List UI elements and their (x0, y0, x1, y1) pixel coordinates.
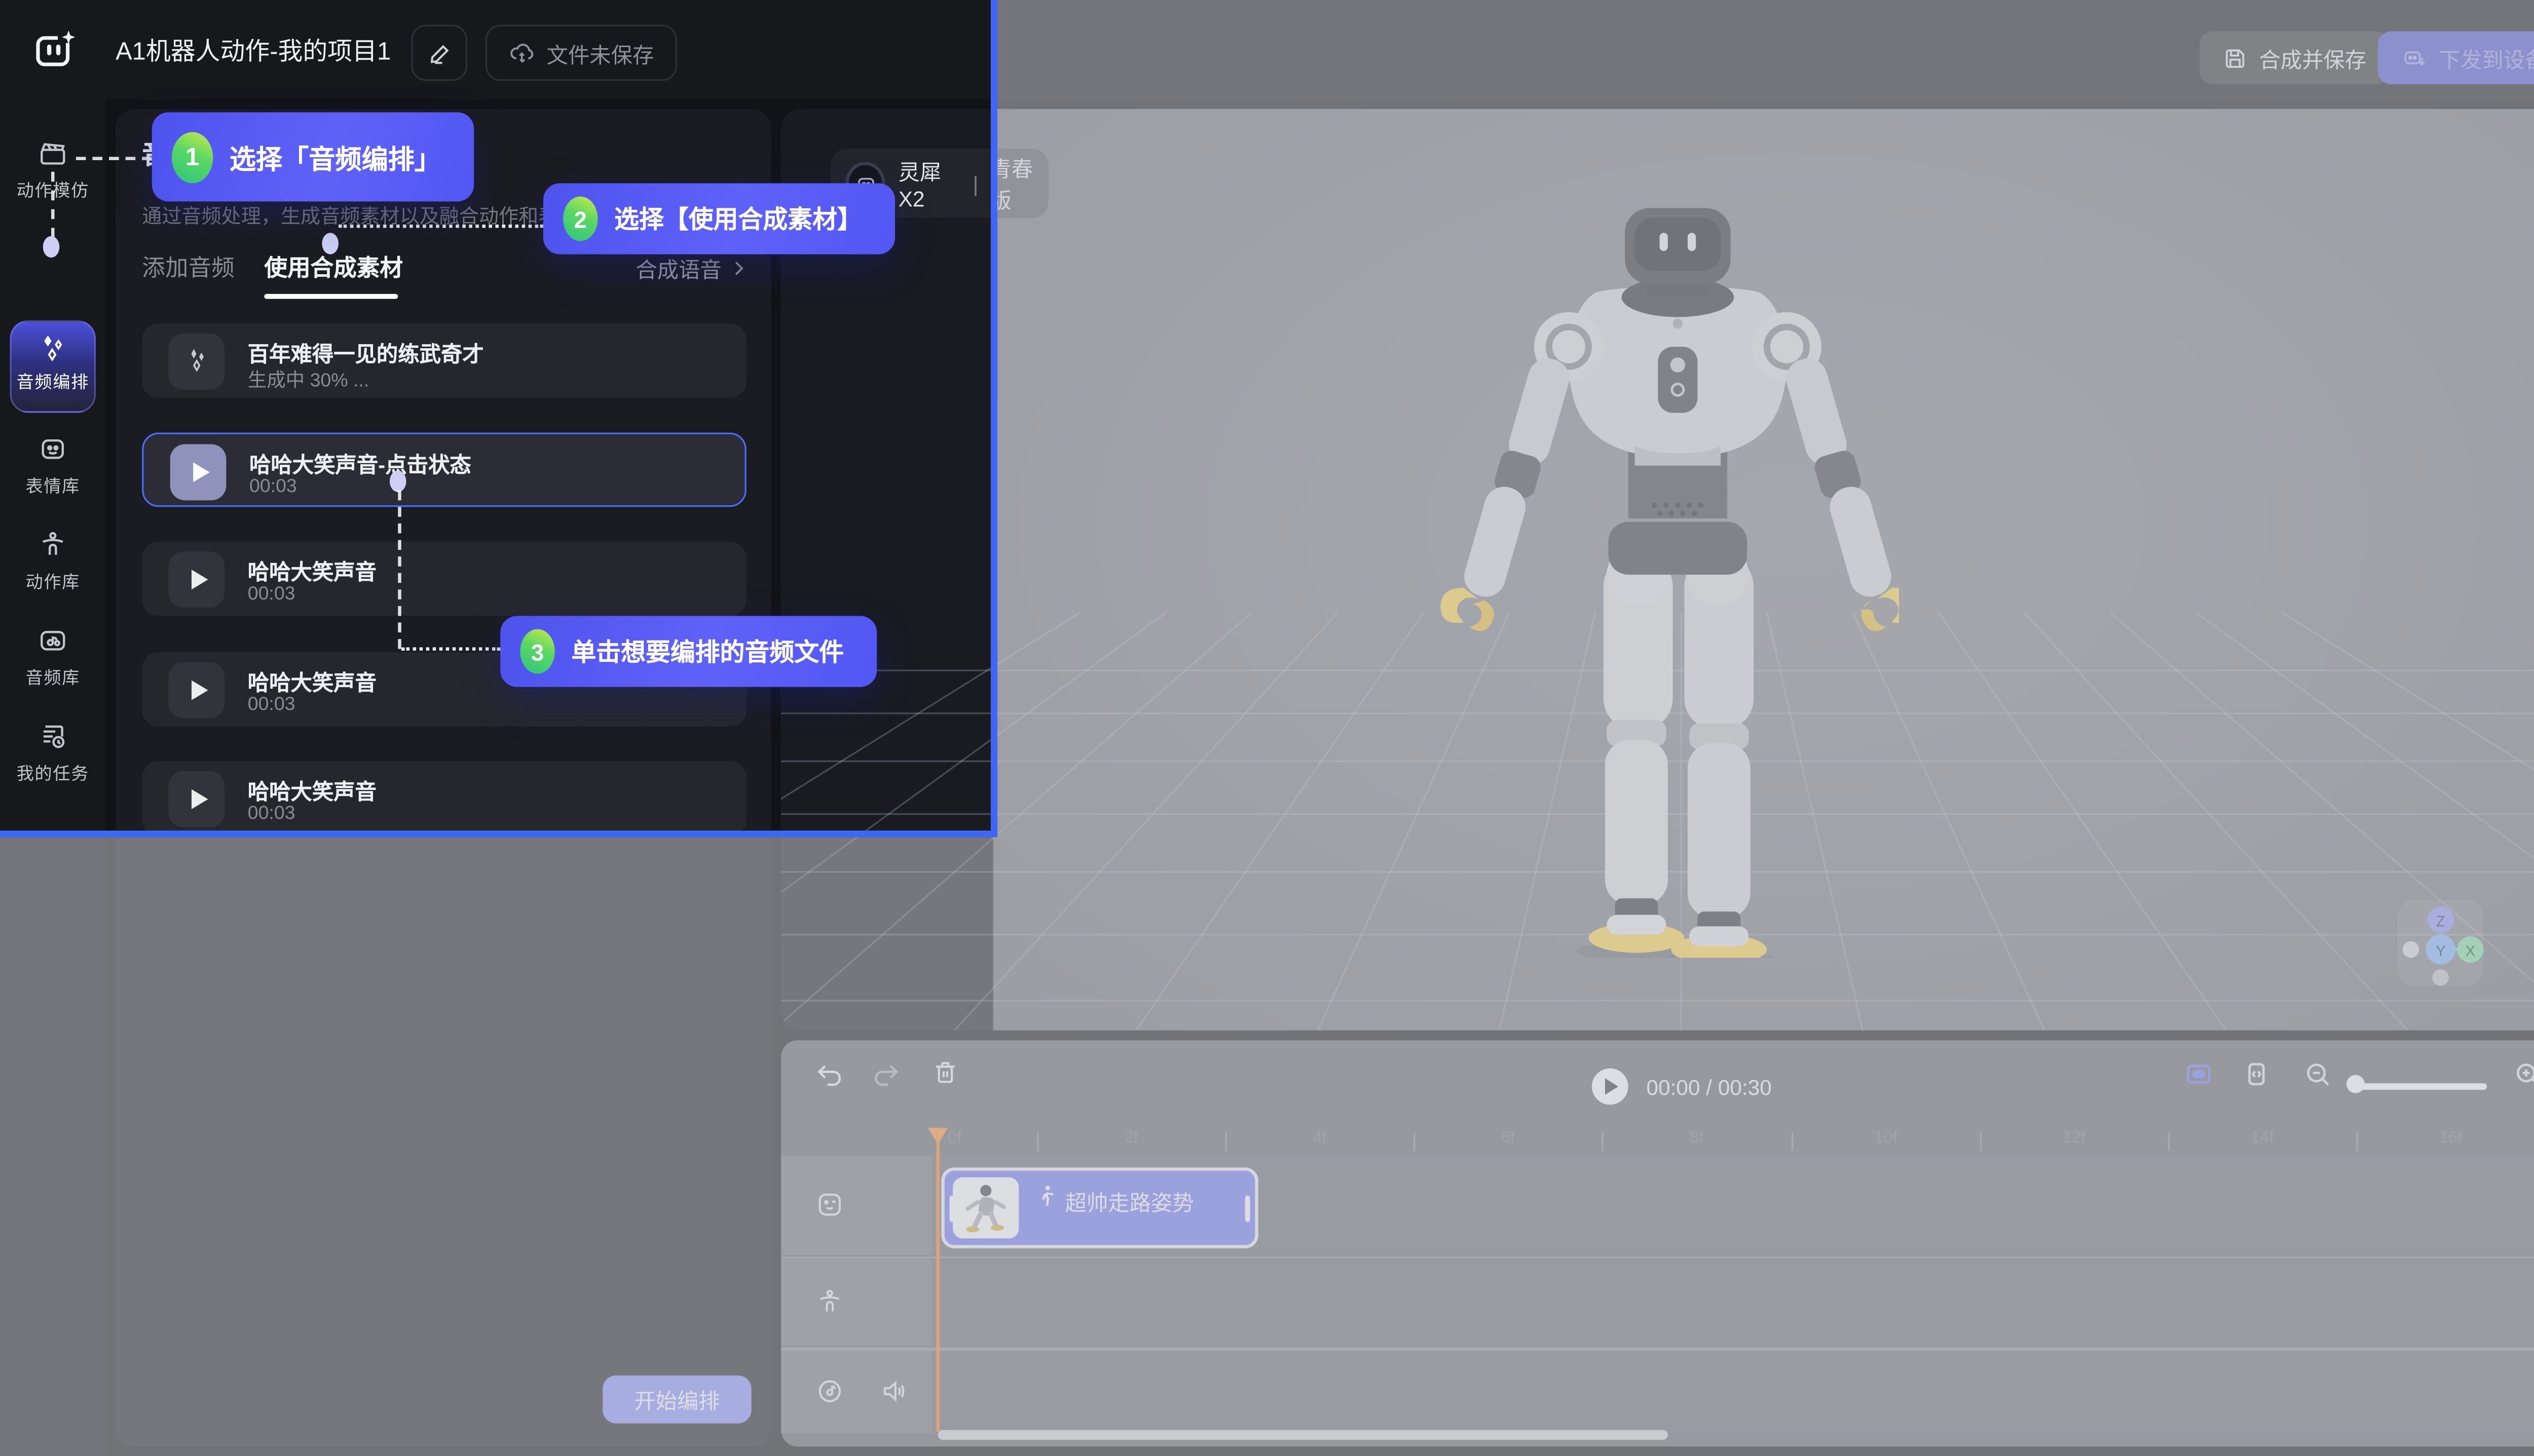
pencil-icon (427, 41, 452, 65)
tutorial-step-1: 1 选择「音频编排」 (152, 113, 474, 202)
sidebar-item-motion-library[interactable]: 动作库 (0, 530, 106, 594)
project-title: A1机器人动作-我的项目1 (116, 0, 391, 99)
model-separator: | (973, 171, 979, 196)
sidebar-item-expression-library[interactable]: 表情库 (0, 434, 106, 499)
person-icon (38, 530, 68, 560)
play-icon[interactable] (168, 661, 225, 718)
model-name: 灵犀X2 (899, 155, 961, 211)
connector-step1-horizontal (76, 157, 152, 161)
play-icon[interactable] (168, 770, 225, 827)
audio-item-title: 百年难得一见的练武奇才 (248, 337, 484, 368)
audio-item-title: 哈哈大笑声音 (248, 555, 377, 586)
file-save-status[interactable]: 文件未保存 (486, 25, 677, 81)
step-text: 选择【使用合成素材】 (614, 202, 862, 236)
connector-step2-dot (322, 233, 339, 254)
sidebar-label: 表情库 (0, 474, 106, 499)
audio-item-title: 哈哈大笑声音 (248, 665, 377, 697)
play-icon[interactable] (170, 443, 227, 500)
sidebar-label: 我的任务 (0, 761, 106, 786)
sidebar-item-my-tasks[interactable]: 我的任务 (0, 722, 106, 786)
sidebar-label: 音频库 (0, 665, 106, 690)
connector-step3-vertical (398, 491, 401, 649)
audio-item-title: 哈哈大笑声音 (248, 774, 377, 806)
audio-item-duration: 00:03 (248, 804, 295, 824)
rename-button[interactable] (411, 25, 467, 81)
step-number-badge: 2 (563, 197, 598, 241)
generating-sparkle-icon (168, 333, 225, 389)
connector-step1-dot (43, 236, 60, 257)
synthesize-voice-label: 合成语音 (636, 253, 721, 284)
audio-item[interactable]: 哈哈大笑声音 00:03 (142, 542, 747, 616)
audio-item[interactable]: 哈哈大笑声音 00:03 (142, 761, 747, 836)
step-number-badge: 1 (172, 131, 213, 182)
tab-use-synth-material[interactable]: 使用合成素材 (264, 251, 403, 284)
tutorial-step-3: 3 单击想要编排的音频文件 (500, 616, 877, 687)
tutorial-step-2: 2 选择【使用合成素材】 (543, 183, 895, 254)
app-logo-icon (33, 28, 78, 72)
connector-step1-vertical (51, 172, 55, 238)
audio-item-selected[interactable]: 哈哈大笑声音-点击状态 00:03 (142, 433, 747, 507)
chevron-right-icon (730, 259, 748, 278)
sidebar-label: 动作库 (0, 570, 106, 594)
tutorial-dim-overlay-bottom (0, 837, 997, 1456)
cloud-sync-icon (509, 40, 535, 66)
app-window: 灵犀X2 | 青春版 Z Y X (0, 0, 2534, 1456)
active-tab-underline (264, 294, 398, 298)
connector-step3-dot (390, 471, 406, 492)
spotlight-border-vertical (991, 0, 997, 837)
robot-face-icon (38, 434, 68, 464)
audio-item-title: 哈哈大笑声音-点击状态 (249, 447, 471, 479)
synthesize-voice-link[interactable]: 合成语音 (636, 253, 748, 284)
audio-item-generating[interactable]: 百年难得一见的练武奇才 生成中 30% ... (142, 324, 747, 398)
sidebar-label: 音频编排 (12, 370, 94, 395)
music-library-icon (38, 626, 68, 656)
spotlight-border-horizontal (0, 831, 997, 837)
audio-item-duration: 00:03 (248, 695, 295, 715)
sidebar-item-audio-arrange[interactable]: 音频编排 (10, 320, 96, 413)
connector-step2-horizontal (339, 225, 543, 228)
step-text: 选择「音频编排」 (230, 137, 441, 176)
play-icon[interactable] (168, 551, 225, 607)
audio-item-duration: 00:03 (249, 477, 297, 497)
step-text: 单击想要编排的音频文件 (571, 634, 844, 668)
audio-item-status: 生成中 30% ... (248, 366, 369, 393)
sparkle-diamonds-icon (38, 333, 68, 363)
save-status-label: 文件未保存 (546, 37, 654, 68)
task-list-icon (38, 722, 68, 752)
audio-item-duration: 00:03 (248, 584, 295, 604)
sidebar-item-audio-library[interactable]: 音频库 (0, 626, 106, 690)
tutorial-dim-overlay-right (997, 0, 2534, 1456)
tab-add-audio[interactable]: 添加音频 (142, 251, 234, 284)
clapperboard-icon (38, 139, 68, 169)
step-number-badge: 3 (520, 629, 554, 674)
connector-step3-horizontal (401, 647, 500, 651)
